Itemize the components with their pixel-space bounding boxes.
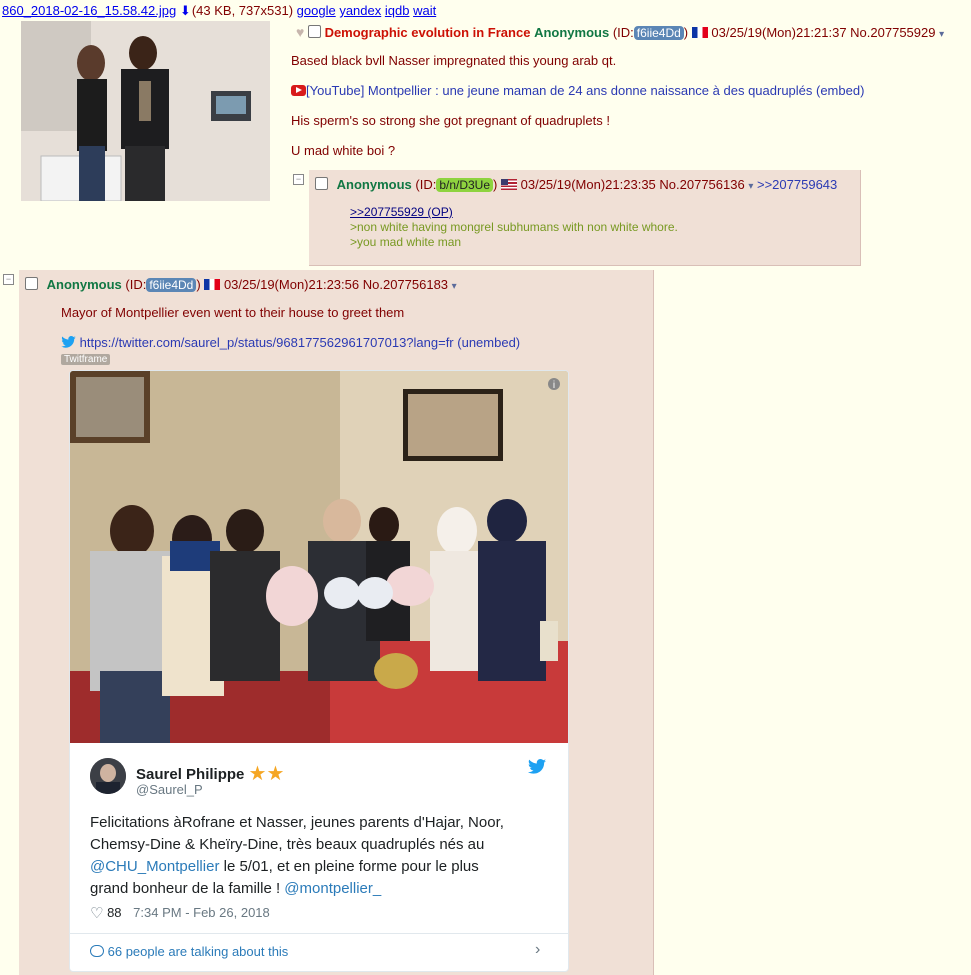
reply2-header: Anonymous (ID: f6iie4Dd) 03/25/19(Mon)21:… — [25, 277, 457, 292]
op-datetime: 03/25/19(Mon)21:21:37 — [711, 25, 847, 40]
tweet-talk-text: 66 people are talking about this — [107, 944, 289, 959]
reply2-link-line: https://twitter.com/saurel_p/status/9681… — [61, 335, 520, 350]
op-id-label: (ID: — [612, 25, 634, 40]
twitframe-label: Twitframe — [61, 354, 111, 365]
reply2-text: Mayor of Montpellier even went to their … — [61, 305, 405, 320]
tweet-text-line-1: Felicitations àRofrane et Nasser, jeunes… — [90, 814, 504, 831]
reply1-id-close: ) — [493, 177, 498, 192]
svg-text:i: i — [553, 380, 555, 391]
montpellier-mention-link[interactable]: @montpellier_ — [284, 880, 381, 897]
tweet-text-line-3: @CHU_Montpellier le 5/01, et en pleine f… — [90, 856, 560, 878]
france-flag-icon — [691, 27, 708, 38]
speech-bubble-icon — [90, 945, 104, 957]
file-name-link[interactable]: 860_2018-02-16_15.58.42.jpg — [2, 3, 176, 18]
iqdb-link[interactable]: iqdb — [385, 3, 410, 18]
op-subject: Demographic evolution in France — [324, 25, 531, 40]
reply1-postno[interactable]: No.207756136 — [659, 177, 744, 192]
op-line-3: His sperm's so strong she got pregnant o… — [291, 113, 610, 128]
wait-link[interactable]: wait — [413, 3, 436, 18]
twitter-logo-icon[interactable] — [528, 759, 546, 777]
reply2-hide-icon[interactable]: − — [3, 274, 14, 285]
reply1-datetime: 03/25/19(Mon)21:23:35 — [520, 177, 656, 192]
twitter-bird-icon — [61, 336, 76, 348]
op-line-1: Based black bvll Nasser impregnated this… — [291, 53, 617, 68]
reply2-datetime: 03/25/19(Mon)21:23:56 — [223, 277, 360, 292]
reply2-menu-chevron-icon[interactable]: ▾ — [452, 281, 457, 292]
heart-icon[interactable]: ♥ — [296, 24, 304, 40]
reply2-postno[interactable]: No.207756183 — [363, 277, 448, 292]
op-menu-chevron-icon[interactable]: ▾ — [939, 29, 944, 40]
op-youtube-line[interactable]: [YouTube] Montpellier : une jeune maman … — [291, 83, 864, 98]
tweet-meta: ♡ 88 7:34 PM - Feb 26, 2018 — [90, 904, 270, 922]
reply2-select-checkbox[interactable] — [25, 277, 38, 290]
france-flag-icon — [204, 279, 221, 290]
reply1-post: Anonymous (ID: b/n/D3Ue) 03/25/19(Mon)21:… — [309, 170, 861, 266]
star-emoji-icon: ★★ — [248, 763, 285, 785]
op-thumbnail[interactable] — [21, 21, 270, 201]
reply1-backlink[interactable]: >>207759643 — [757, 177, 837, 192]
tweet-photo[interactable]: i — [70, 371, 568, 743]
tweet-text-line-2: Chemsy-Dine & Kheïry-Dine, très beaux qu… — [90, 836, 485, 853]
op-select-checkbox[interactable] — [307, 25, 321, 38]
reply2-id-close: ) — [196, 277, 201, 292]
op-line-4: U mad white boi ? — [291, 143, 396, 158]
op-id-close: ) — [683, 25, 689, 40]
reply2-poster-id[interactable]: f6iie4Dd — [146, 278, 197, 292]
op-post-header: ♥ Demographic evolution in France Anonym… — [296, 24, 944, 40]
op-name: Anonymous — [534, 25, 610, 40]
chu-mention-link[interactable]: @CHU_Montpellier — [90, 858, 219, 875]
reply1-quote-link[interactable]: >>207755929 (OP) — [350, 205, 453, 219]
op-youtube-link[interactable]: [YouTube] Montpellier : une jeune maman … — [306, 83, 864, 98]
reply1-id-label: (ID: — [415, 177, 437, 192]
google-link[interactable]: google — [297, 3, 336, 18]
youtube-icon — [291, 85, 306, 96]
reply1-menu-chevron-icon[interactable]: ▾ — [748, 181, 753, 192]
file-info: 860_2018-02-16_15.58.42.jpg ⬇(43 KB, 737… — [2, 3, 436, 19]
reply2-name: Anonymous — [46, 277, 122, 292]
download-icon[interactable]: ⬇ — [180, 3, 192, 19]
twitter-url-link[interactable]: https://twitter.com/saurel_p/status/9681… — [80, 335, 454, 350]
tweet-text-line-4: grand bonheur de la famille ! @montpelli… — [90, 878, 560, 900]
twitframe-badge: Twitframe — [61, 350, 111, 365]
reply1-select-checkbox[interactable] — [315, 177, 328, 190]
tweet-handle[interactable]: @Saurel_P — [136, 782, 203, 797]
unembed-link[interactable]: (unembed) — [457, 335, 520, 350]
usa-flag-icon — [501, 179, 517, 190]
reply1-poster-id[interactable]: b/n/D3Ue — [436, 178, 494, 192]
reply1-hide-icon[interactable]: − — [293, 174, 304, 185]
tweet-text: Felicitations àRofrane et Nasser, jeunes… — [90, 812, 560, 900]
heart-outline-icon[interactable]: ♡ — [90, 905, 103, 922]
op-postno[interactable]: No.207755929 — [850, 25, 935, 40]
op-poster-id[interactable]: f6iie4Dd — [633, 26, 684, 40]
file-info-text: (43 KB, 737x531) — [191, 3, 294, 18]
tweet-text-line-4-start: grand bonheur de la famille ! — [90, 880, 285, 897]
reply1-greentext-2: >you mad white man — [350, 235, 462, 249]
reply1-name: Anonymous — [336, 177, 412, 192]
tweet-card[interactable]: i Saurel Philippe ★★ @Saurel_P Felicitat… — [69, 370, 569, 972]
chevron-right-icon[interactable]: › — [535, 941, 540, 959]
tweet-timestamp[interactable]: 7:34 PM - Feb 26, 2018 — [133, 905, 270, 920]
reply1-greentext-1: >non white having mongrel subhumans with… — [350, 220, 678, 234]
yandex-link[interactable]: yandex — [339, 3, 381, 18]
tweet-avatar[interactable] — [90, 758, 126, 794]
reply1-body: >>207755929 (OP) >non white having mongr… — [350, 205, 678, 250]
tweet-conversation-link[interactable]: 66 people are talking about this — [90, 944, 288, 959]
tweet-like-count[interactable]: 88 — [107, 905, 121, 920]
tweet-author-name-text: Saurel Philippe — [136, 766, 245, 783]
tweet-divider — [70, 933, 568, 934]
tweet-text-line-3-rest: le 5/01, et en pleine forme pour le plus — [219, 858, 479, 875]
reply1-header: Anonymous (ID: b/n/D3Ue) 03/25/19(Mon)21:… — [315, 177, 837, 192]
reply2-id-label: (ID: — [125, 277, 147, 292]
